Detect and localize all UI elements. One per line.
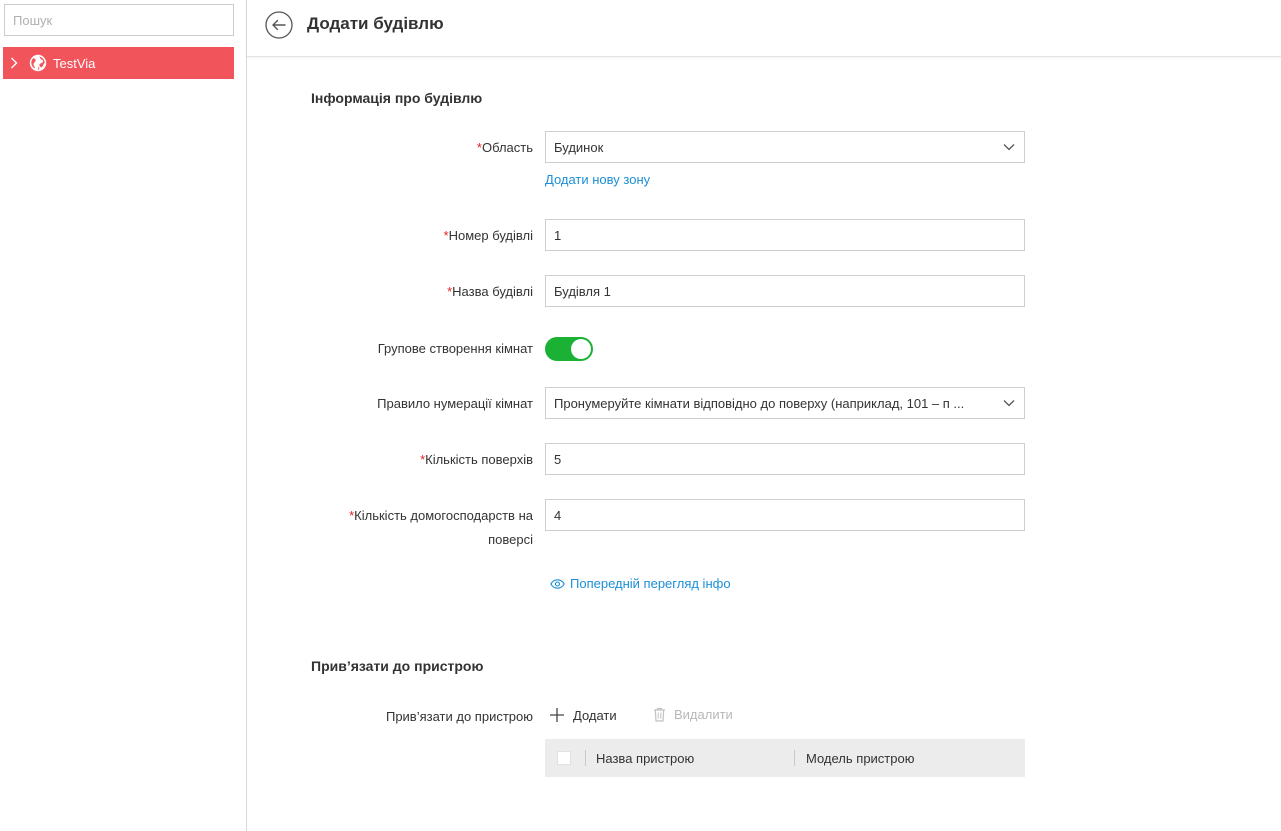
room-numbering-select[interactable]: Пронумеруйте кімнати відповідно до повер… <box>545 387 1025 419</box>
tree-item-label: TestVia <box>53 55 96 71</box>
section-title-building-info: Інформація про будівлю <box>311 90 483 106</box>
chevron-down-icon <box>1003 400 1015 407</box>
building-number-input[interactable]: 1 <box>545 219 1025 251</box>
batch-rooms-toggle[interactable] <box>545 337 593 361</box>
batch-rooms-label: Групове створення кімнат <box>377 341 533 356</box>
tree-item-testvia[interactable]: TestVia <box>3 47 234 79</box>
trash-icon <box>654 707 665 722</box>
link-device-label: Прив’язати до пристрою <box>385 709 533 724</box>
back-button[interactable] <box>265 11 293 39</box>
section-title-link-device: Прив’язати до пристрою <box>311 658 484 674</box>
households-label: *Кількість домогосподарств на поверсі <box>349 508 533 547</box>
select-all-checkbox[interactable] <box>557 751 571 765</box>
delete-device-button[interactable]: Видалити <box>653 707 733 722</box>
floors-input[interactable]: 5 <box>545 443 1025 475</box>
chevron-down-icon <box>1003 144 1015 151</box>
page-title: Додати будівлю <box>307 14 444 33</box>
room-numbering-label: Правило нумерації кімнат <box>377 396 533 411</box>
column-header-device-name[interactable]: Назва пристрою <box>596 751 794 766</box>
column-divider <box>585 750 586 766</box>
chevron-right-icon[interactable] <box>3 47 25 79</box>
floors-label: *Кількість поверхів <box>420 452 533 467</box>
add-zone-link[interactable]: Додати нову зону <box>545 172 650 187</box>
page-header: Додати будівлю <box>247 0 1281 57</box>
building-name-label: *Назва будівлі <box>447 284 533 299</box>
search-input[interactable] <box>4 4 234 36</box>
column-header-device-model[interactable]: Модель пристрою <box>806 751 914 766</box>
sidebar: TestVia <box>0 0 247 831</box>
globe-icon <box>29 54 47 72</box>
building-name-input[interactable]: Будівля 1 <box>545 275 1025 307</box>
add-device-button[interactable]: Додати <box>549 707 617 723</box>
area-select[interactable]: Будинок <box>545 131 1025 163</box>
building-number-label: *Номер будівлі <box>443 228 533 243</box>
device-table-header: Назва пристрою Модель пристрою <box>545 739 1025 777</box>
preview-info-link[interactable]: Попередній перегляд інфо <box>550 576 731 591</box>
eye-icon <box>550 578 565 589</box>
toggle-knob <box>571 339 591 359</box>
area-label: *Область <box>476 140 533 155</box>
column-divider <box>794 750 795 766</box>
plus-icon <box>550 708 564 722</box>
households-input[interactable]: 4 <box>545 499 1025 531</box>
